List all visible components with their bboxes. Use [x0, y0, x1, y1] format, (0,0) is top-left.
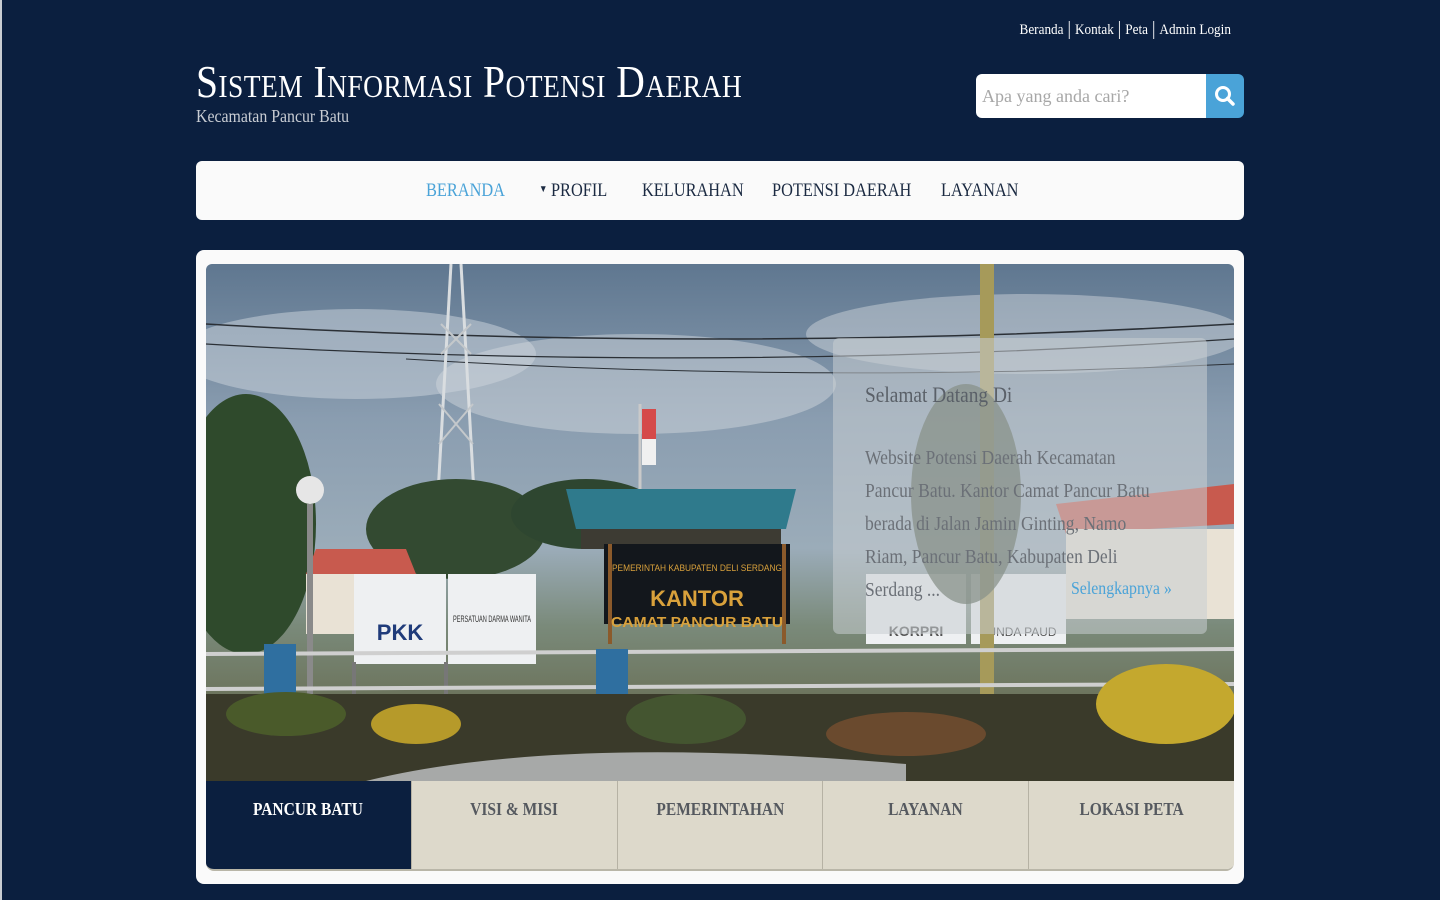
sign-darma-wanita: PERSATUAN DARMA WANITA [453, 614, 531, 624]
read-more-link[interactable]: Selengkapnya » [1071, 578, 1172, 599]
search-button[interactable] [1206, 74, 1244, 118]
search-input[interactable] [976, 74, 1206, 118]
nav-beranda[interactable]: BERANDA [426, 161, 505, 220]
nav-kelurahan[interactable]: KELURAHAN [642, 161, 744, 220]
welcome-title: Selamat Datang Di [865, 382, 1013, 407]
top-link-kontak[interactable]: Kontak [1070, 22, 1119, 39]
sign-kantor: KANTOR [650, 586, 744, 611]
caret-down-icon: ▼ [539, 184, 548, 196]
tab-label: PEMERINTAHAN [656, 799, 784, 819]
nav-potensi-daerah[interactable]: POTENSI DAERAH [772, 161, 911, 220]
tab-layanan[interactable]: LAYANAN [822, 781, 1029, 869]
top-link-admin-login[interactable]: Admin Login [1154, 22, 1236, 39]
tab-visi-misi[interactable]: VISI & MISI [410, 781, 617, 869]
top-link-peta[interactable]: Peta [1120, 22, 1153, 39]
tab-lokasi-peta[interactable]: LOKASI PETA [1028, 781, 1234, 869]
hero-slide: PKK PERSATUAN DARMA WANITA PEMERINTAH KA… [206, 264, 1234, 781]
search-bar [976, 74, 1244, 118]
slider-panel: PKK PERSATUAN DARMA WANITA PEMERINTAH KA… [196, 250, 1244, 884]
nav-profil[interactable]: ▼ PROFIL [539, 161, 607, 220]
tab-label: LOKASI PETA [1079, 799, 1184, 819]
tab-label: LAYANAN [888, 799, 964, 819]
info-tabs: PANCUR BATU VISI & MISI PEMERINTAHAN LAY… [206, 781, 1234, 871]
sign-camat-pancur-batu: CAMAT PANCUR BATU [611, 614, 783, 631]
window-edge [0, 0, 2, 900]
sign-pkk: PKK [377, 620, 424, 645]
top-link-beranda[interactable]: Beranda [1016, 22, 1069, 39]
main-nav: BERANDA ▼ PROFIL KELURAHAN POTENSI DAERAH… [196, 161, 1244, 220]
tab-label: VISI & MISI [470, 799, 559, 819]
sign-pemkab-deli-serdang: PEMERINTAH KABUPATEN DELI SERDANG [612, 563, 782, 573]
nav-profil-label: PROFIL [550, 180, 608, 201]
search-icon [1215, 86, 1235, 106]
top-links: Beranda Kontak Peta Admin Login [1016, 20, 1236, 40]
tab-pancur-batu[interactable]: PANCUR BATU [206, 781, 411, 869]
tab-pemerintahan[interactable]: PEMERINTAHAN [616, 781, 823, 869]
nav-layanan[interactable]: LAYANAN [941, 161, 1018, 220]
tab-label: PANCUR BATU [253, 799, 364, 819]
site-subtitle: Kecamatan Pancur Batu [196, 106, 350, 126]
welcome-box: Selamat Datang Di Website Potensi Daerah… [833, 338, 1207, 634]
site-title[interactable]: Sistem Informasi Potensi Daerah [196, 56, 742, 108]
